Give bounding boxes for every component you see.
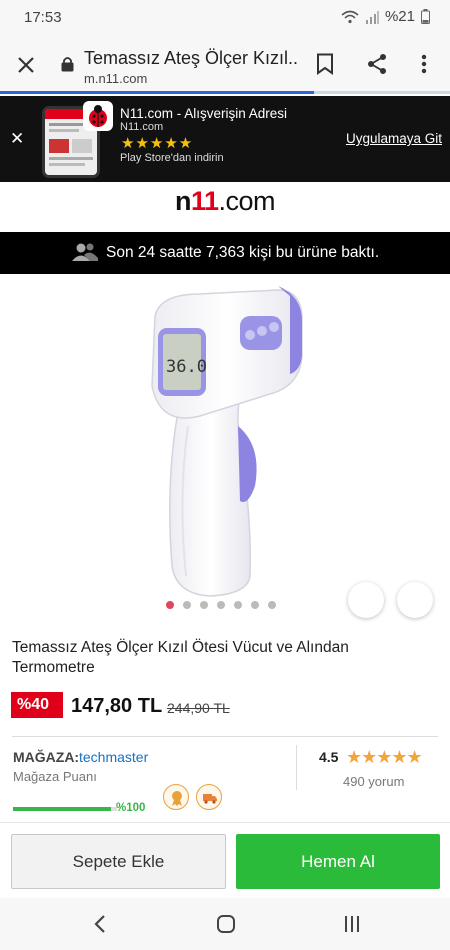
buy-now-button[interactable]: Hemen Al bbox=[236, 834, 440, 889]
product-price: 147,80 TL bbox=[71, 695, 163, 717]
ladybug-app-icon bbox=[83, 101, 113, 131]
banner-rating-stars: ★★★★★ bbox=[121, 135, 194, 152]
recent-apps-icon[interactable] bbox=[343, 914, 361, 934]
fast-shipping-badge-icon[interactable] bbox=[196, 784, 222, 810]
divider-vertical bbox=[296, 745, 297, 790]
store-label: MAĞAZA: bbox=[13, 749, 80, 765]
old-price: 244,90 TL bbox=[167, 700, 230, 716]
battery-icon bbox=[421, 9, 430, 24]
gallery-prev-button[interactable] bbox=[348, 582, 384, 618]
product-image-gallery[interactable]: 36.0 bbox=[0, 276, 450, 628]
store-score-label: Mağaza Puanı bbox=[13, 769, 97, 784]
status-time: 17:53 bbox=[24, 9, 62, 26]
logo-n: n bbox=[174, 186, 192, 216]
banner-publisher: N11.com bbox=[120, 121, 164, 133]
gallery-dot[interactable] bbox=[217, 601, 225, 609]
gallery-dot[interactable] bbox=[183, 601, 191, 609]
reviews-count-link[interactable]: 490 yorum bbox=[343, 774, 404, 789]
page-title: Temassız Ateş Ölçer Kızıl... bbox=[84, 48, 299, 68]
share-icon[interactable] bbox=[366, 53, 388, 75]
logo-dotcom: .com bbox=[218, 186, 276, 216]
page-load-progress bbox=[0, 91, 314, 94]
people-icon bbox=[72, 243, 98, 261]
store-name-link[interactable]: techmaster bbox=[79, 749, 148, 765]
store-score-bar bbox=[13, 807, 111, 811]
wifi-icon bbox=[341, 10, 359, 23]
lock-icon bbox=[61, 57, 74, 72]
product-rating-value: 4.5 bbox=[319, 749, 339, 765]
banner-app-title: N11.com - Alışverişin Adresi bbox=[120, 106, 288, 121]
system-nav-bar bbox=[0, 898, 450, 950]
gallery-dot[interactable] bbox=[200, 601, 208, 609]
gallery-dot[interactable] bbox=[251, 601, 259, 609]
status-icons: %21 bbox=[341, 8, 430, 25]
add-to-cart-button[interactable]: Sepete Ekle bbox=[11, 834, 226, 889]
signal-icon bbox=[365, 10, 379, 24]
home-icon[interactable] bbox=[216, 914, 236, 934]
discount-badge: %40 bbox=[11, 692, 63, 718]
gallery-pagination[interactable] bbox=[166, 601, 276, 609]
bookmark-icon[interactable] bbox=[316, 53, 334, 75]
purchase-actions: Sepete Ekle Hemen Al bbox=[0, 822, 450, 898]
battery-percent: %21 bbox=[384, 8, 415, 25]
product-rating-stars[interactable]: ★★★★★ bbox=[346, 747, 423, 768]
gallery-dot[interactable] bbox=[268, 601, 276, 609]
open-app-link[interactable]: Uygulamaya Git bbox=[346, 131, 442, 146]
page-load-progress-track bbox=[314, 91, 450, 94]
close-icon[interactable] bbox=[17, 56, 35, 74]
medal-badge-icon[interactable] bbox=[163, 784, 189, 810]
thermometer-reading: 36.0 bbox=[166, 357, 207, 377]
page-url: m.n11.com bbox=[84, 71, 148, 86]
banner-store-text: Play Store'dan indirin bbox=[120, 152, 224, 164]
more-menu-icon[interactable] bbox=[421, 54, 427, 74]
gallery-dot[interactable] bbox=[166, 601, 174, 609]
store-score-percent: %100 bbox=[116, 802, 146, 814]
gallery-dot[interactable] bbox=[234, 601, 242, 609]
site-logo[interactable]: n11.com bbox=[0, 186, 450, 230]
thermometer-image: 36.0 bbox=[151, 286, 303, 597]
viewers-notice: Son 24 saatte 7,363 kişi bu ürüne baktı. bbox=[0, 232, 450, 274]
app-install-banner: ✕ N11.com - Alışverişin Adresi N11.com ★… bbox=[0, 96, 450, 182]
back-icon[interactable] bbox=[93, 914, 107, 934]
product-title: Temassız Ateş Ölçer Kızıl Ötesi Vücut ve… bbox=[12, 639, 349, 676]
status-bar: 17:53 %21 bbox=[0, 0, 450, 36]
divider bbox=[12, 736, 438, 737]
logo-11: 11 bbox=[190, 186, 219, 216]
gallery-next-button[interactable] bbox=[397, 582, 433, 618]
banner-close-icon[interactable]: ✕ bbox=[10, 129, 24, 149]
browser-toolbar: Temassız Ateş Ölçer Kızıl... m.n11.com bbox=[0, 36, 450, 94]
viewers-text: Son 24 saatte 7,363 kişi bu ürüne baktı. bbox=[106, 244, 380, 261]
